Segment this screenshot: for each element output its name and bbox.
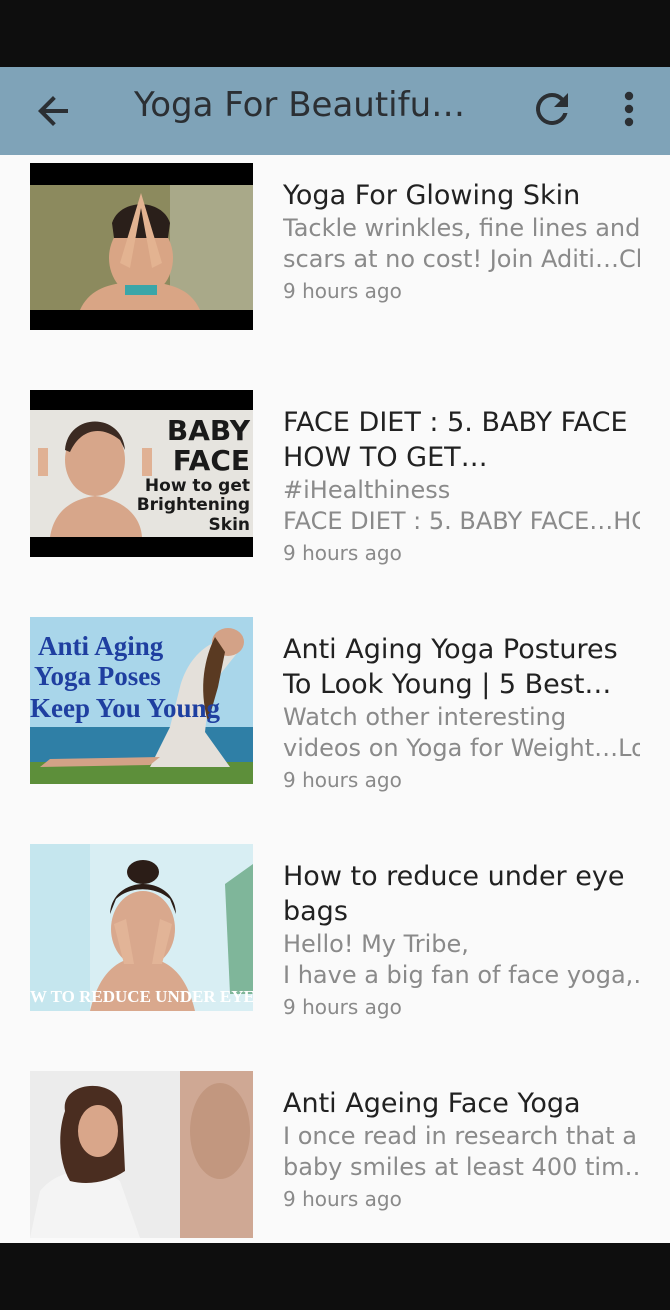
thumb-text: Brightening xyxy=(137,495,250,515)
thumb-text: How to get xyxy=(145,476,250,496)
thumb-text: Yoga Poses xyxy=(34,661,161,691)
video-title[interactable]: Yoga For Glowing Skin xyxy=(283,178,640,213)
video-title[interactable]: How to reduce under eye bags xyxy=(283,859,640,929)
video-description: Watch other interesting videos on Yoga f… xyxy=(283,703,640,762)
video-thumbnail[interactable] xyxy=(30,163,253,330)
video-title[interactable]: FACE DIET : 5. BABY FACE HOW TO GET… xyxy=(283,405,640,475)
video-timestamp: 9 hours ago xyxy=(283,768,402,792)
video-list[interactable]: Yoga For Glowing Skin Tackle wrinkles, f… xyxy=(0,155,670,1243)
thumb-text: Anti Aging xyxy=(38,631,164,661)
refresh-icon[interactable] xyxy=(528,85,576,133)
thumb-text: FACE xyxy=(173,444,250,477)
video-thumbnail[interactable]: BABY FACE How to get Brightening Skin xyxy=(30,390,253,557)
video-description: Tackle wrinkles, fine lines and scars at… xyxy=(283,214,640,273)
video-title[interactable]: Anti Ageing Face Yoga xyxy=(283,1086,640,1121)
video-description: #iHealthiness FACE DIET : 5. BABY FACE…H… xyxy=(283,476,640,535)
thumb-text: W TO REDUCE UNDER EYE B xyxy=(30,987,253,1006)
video-list-item[interactable]: Anti Ageing Face Yoga I once read in res… xyxy=(0,1063,670,1243)
video-description: Hello! My Tribe, I have a big fan of fac… xyxy=(283,930,640,989)
status-bar xyxy=(0,0,670,67)
video-timestamp: 9 hours ago xyxy=(283,279,402,303)
video-list-item[interactable]: W TO REDUCE UNDER EYE B How to reduce un… xyxy=(0,836,670,1063)
video-list-item[interactable]: Yoga For Glowing Skin Tackle wrinkles, f… xyxy=(0,155,670,382)
video-thumbnail[interactable]: W TO REDUCE UNDER EYE B xyxy=(30,844,253,1011)
video-thumbnail[interactable]: Anti Aging Yoga Poses Keep You Young xyxy=(30,617,253,784)
thumb-text: Keep You Young xyxy=(30,693,221,723)
arrow-left-icon[interactable] xyxy=(30,87,78,135)
more-vertical-icon[interactable] xyxy=(606,85,652,133)
page-title: Yoga For Beautiful… xyxy=(134,85,474,125)
video-timestamp: 9 hours ago xyxy=(283,1187,402,1211)
video-timestamp: 9 hours ago xyxy=(283,995,402,1019)
navigation-bar xyxy=(0,1243,670,1310)
video-title[interactable]: Anti Aging Yoga Postures To Look Young |… xyxy=(283,632,640,702)
thumb-text: BABY xyxy=(167,414,251,447)
video-list-item[interactable]: Anti Aging Yoga Poses Keep You Young Ant… xyxy=(0,609,670,836)
video-description: I once read in research that a baby smil… xyxy=(283,1122,640,1181)
video-list-item[interactable]: BABY FACE How to get Brightening Skin FA… xyxy=(0,382,670,609)
video-timestamp: 9 hours ago xyxy=(283,541,402,565)
video-thumbnail[interactable] xyxy=(30,1071,253,1238)
app-bar: Yoga For Beautiful… xyxy=(0,67,670,155)
thumb-text: Skin xyxy=(209,515,250,535)
